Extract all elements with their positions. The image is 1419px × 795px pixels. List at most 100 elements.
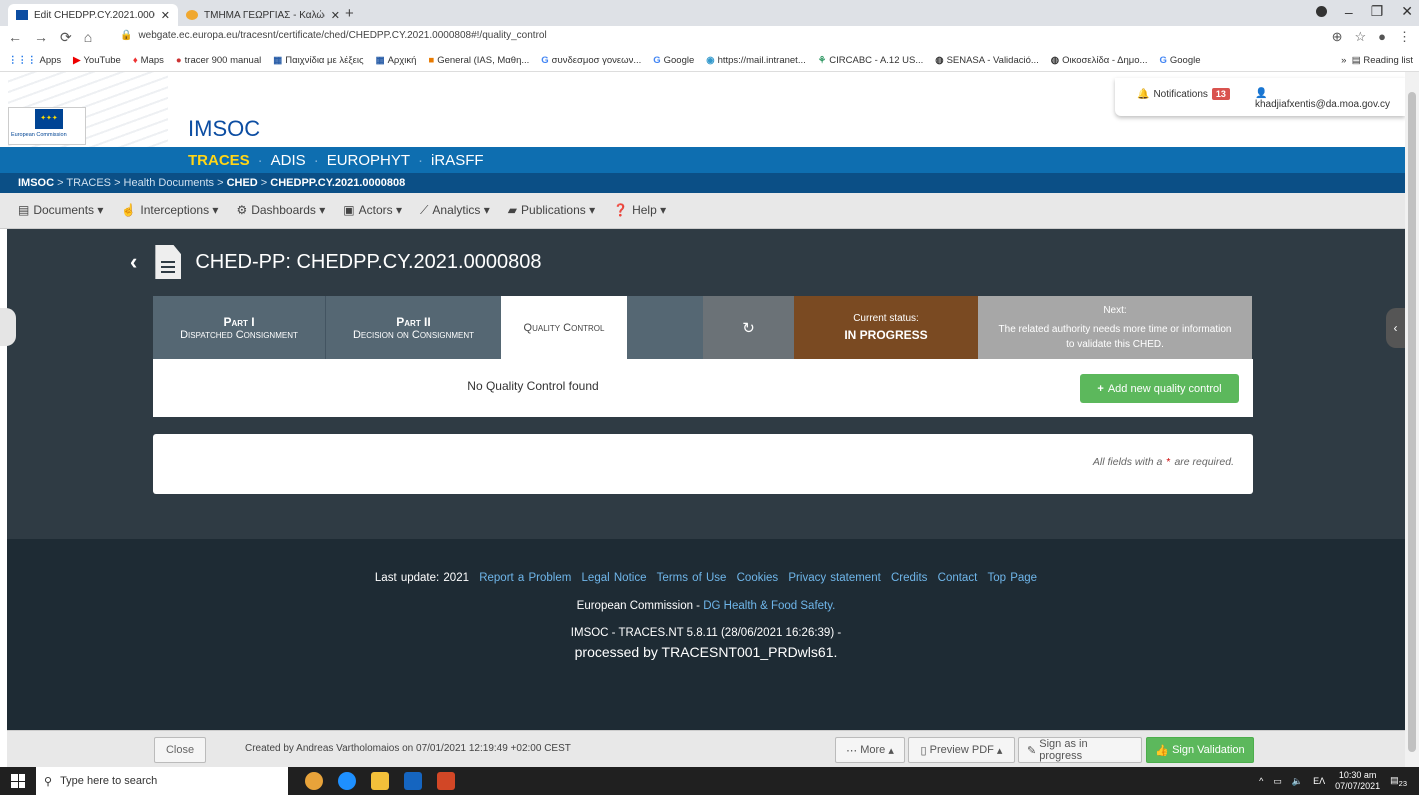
bookmark-youtube[interactable]: ▶ YouTube	[73, 55, 121, 66]
footer-processed: processed by TRACESNT001_PRDwls61.	[574, 644, 838, 660]
bookmark-parents[interactable]: Gσυνδεσμοσ γονεων...	[541, 55, 641, 66]
footer-link-report[interactable]: Report a Problem	[479, 572, 571, 584]
footer-link-top[interactable]: Top Page	[987, 572, 1037, 584]
new-tab-icon[interactable]: +	[345, 5, 354, 22]
clock[interactable]: 10:30 am 07/07/2021	[1335, 770, 1380, 792]
address-bar-row: ← → ⟳ ⌂ 🔒 webgate.ec.europa.eu/tracesnt/c…	[0, 26, 1419, 50]
bookmark-home[interactable]: ▦ Αρχική	[376, 55, 417, 66]
close-tab-icon[interactable]: ✕	[331, 9, 340, 22]
notifications-badge: 13	[1211, 88, 1230, 100]
bookmark-dimos[interactable]: ◍ Οικοσελίδα - Δημο...	[1051, 55, 1148, 66]
app-irasff[interactable]: iRASFF	[431, 152, 484, 169]
bookmark-tracer[interactable]: ● tracer 900 manual	[176, 55, 261, 66]
minimize-icon[interactable]: –	[1345, 4, 1353, 20]
sign-validation-button[interactable]: 👍 Sign Validation	[1146, 737, 1254, 763]
close-tab-icon[interactable]: ✕	[161, 9, 170, 22]
next-step-box: Next: The related authority needs more ti…	[978, 296, 1252, 359]
preview-pdf-button[interactable]: ▯ Preview PDF ▴	[908, 737, 1015, 763]
language-indicator[interactable]: ΕΛ	[1313, 776, 1325, 786]
footer-link-privacy[interactable]: Privacy statement	[788, 572, 880, 584]
footer-link-contact[interactable]: Contact	[938, 572, 978, 584]
app-europhyt[interactable]: EUROPHYT	[327, 152, 410, 169]
powerpoint-icon[interactable]	[437, 772, 455, 790]
bookmark-circabc[interactable]: ⚘ CIRCABC - A.12 US...	[818, 55, 924, 66]
line-chart-icon: ⟋	[420, 203, 429, 217]
page-scrollbar[interactable]	[1405, 72, 1419, 767]
file-explorer-icon[interactable]	[371, 772, 389, 790]
browser-tab-active[interactable]: Edit CHEDPP.CY.2021.0000808 - · ✕	[8, 4, 178, 26]
bookmark-maps[interactable]: ♦ Maps	[133, 55, 164, 66]
footer-link-legal[interactable]: Legal Notice	[582, 572, 647, 584]
bookmark-google[interactable]: G Google	[653, 55, 694, 66]
star-icon[interactable]: ☆	[1354, 29, 1366, 45]
notifications-button[interactable]: 🔔 Notifications 13	[1137, 88, 1230, 100]
eu-flag-icon: ✦✦✦	[35, 109, 63, 129]
bookmark-senasa[interactable]: ◍ SENASA - Validació...	[935, 55, 1039, 66]
forward-arrow-icon[interactable]: →	[34, 29, 48, 46]
pencil-icon: ✎	[1027, 744, 1037, 757]
menu-help[interactable]: ❓ Help ▾	[613, 203, 666, 218]
add-quality-control-button[interactable]: + Add new quality control	[1080, 374, 1239, 403]
restore-icon[interactable]: ❐	[1371, 3, 1384, 20]
right-panel-toggle[interactable]: ‹	[1386, 308, 1405, 348]
windows-start-icon[interactable]	[11, 774, 25, 788]
url-field[interactable]: 🔒 webgate.ec.europa.eu/tracesnt/certifica…	[120, 30, 547, 41]
sign-in-progress-button[interactable]: ✎ Sign as in progress	[1018, 737, 1142, 763]
footer-link-credits[interactable]: Credits	[891, 572, 927, 584]
zoom-icon[interactable]: ⊕	[1332, 29, 1343, 45]
tab-part-2[interactable]: Part II Decision on Consignment	[325, 296, 501, 359]
app-traces[interactable]: TRACES	[188, 152, 250, 169]
more-button[interactable]: ⋯ More ▴	[835, 737, 905, 763]
menu-dashboards[interactable]: ⚙ Dashboards ▾	[236, 203, 325, 218]
volume-icon[interactable]: 🔈	[1292, 776, 1303, 787]
menu-actors[interactable]: ▣ Actors ▾	[343, 203, 402, 218]
browser-tab[interactable]: ΤΜΗΜΑ ΓΕΩΡΓΙΑΣ - Καλώς Ήρθ ✕	[178, 4, 348, 26]
certificate-tabs: Part I Dispatched Consignment Part II Deci…	[153, 296, 1253, 359]
menu-dots-icon[interactable]: ⋮	[1398, 29, 1411, 45]
menu-publications[interactable]: ▰ Publications ▾	[508, 203, 595, 218]
chrome-icon[interactable]	[305, 772, 323, 790]
document-icon: ▤	[18, 203, 30, 217]
account-icon[interactable]: ●	[1378, 29, 1386, 45]
menu-analytics[interactable]: ⟋ Analytics ▾	[420, 203, 490, 218]
footer: Last update: 2021 Report a Problem Legal…	[7, 539, 1405, 730]
app-title[interactable]: IMSOC	[188, 116, 260, 142]
close-button[interactable]: Close	[154, 737, 206, 763]
scrollbar-thumb[interactable]	[1408, 92, 1416, 752]
bookmark-games[interactable]: ▦ Παιχνίδια με λέξεις	[273, 55, 363, 66]
taskbar-search[interactable]: ⚲ Type here to search	[36, 767, 288, 795]
tray-chevron-icon[interactable]: ^	[1259, 776, 1263, 786]
url-text: webgate.ec.europa.eu/tracesnt/certificat…	[138, 30, 547, 41]
edge-icon[interactable]	[338, 772, 356, 790]
menu-interceptions[interactable]: ☝ Interceptions ▾	[121, 203, 218, 218]
menu-documents[interactable]: ▤ Documents ▾	[18, 203, 103, 218]
user-menu[interactable]: 👤 khadjiafxentis@da.moa.gov.cy	[1255, 88, 1405, 110]
breadcrumb-ched[interactable]: CHED	[227, 177, 258, 189]
tab-part-1[interactable]: Part I Dispatched Consignment	[153, 296, 325, 359]
footer-link-cookies[interactable]: Cookies	[737, 572, 779, 584]
back-chevron-icon[interactable]: ‹	[130, 249, 137, 275]
footer-link-dg[interactable]: DG Health & Food Safety.	[703, 600, 835, 612]
bookmark-intranet[interactable]: ◉ https://mail.intranet...	[706, 55, 805, 66]
reload-icon[interactable]: ⟳	[60, 29, 72, 46]
user-panel: 🔔 Notifications 13 👤 khadjiafxentis@da.moa…	[1115, 78, 1405, 116]
tab-quality-control[interactable]: Quality Control	[501, 296, 627, 359]
history-button[interactable]: ↻	[703, 296, 794, 359]
network-icon[interactable]: ▭	[1273, 776, 1282, 787]
left-panel-toggle[interactable]	[0, 308, 16, 346]
close-window-icon[interactable]: ✕	[1401, 3, 1413, 20]
help-icon: ❓	[613, 203, 629, 217]
eu-logo[interactable]: ✦✦✦ European Commission	[8, 107, 86, 145]
home-icon[interactable]: ⌂	[84, 29, 92, 46]
breadcrumb-root[interactable]: IMSOC	[18, 177, 54, 189]
bookmark-google-2[interactable]: G Google	[1159, 55, 1200, 66]
bookmark-apps[interactable]: ⋮⋮⋮ Apps	[8, 55, 61, 66]
bookmark-general[interactable]: ■ General (IAS, Μαθη...	[428, 55, 529, 66]
outlook-icon[interactable]	[404, 772, 422, 790]
notification-center-icon[interactable]: ▤23	[1390, 775, 1407, 788]
back-arrow-icon[interactable]: ←	[8, 29, 22, 46]
reading-list-button[interactable]: » ▤ Reading list	[1341, 55, 1413, 66]
footer-link-terms[interactable]: Terms of Use	[657, 572, 727, 584]
profile-icon[interactable]	[1315, 6, 1327, 17]
app-adis[interactable]: ADIS	[271, 152, 306, 169]
